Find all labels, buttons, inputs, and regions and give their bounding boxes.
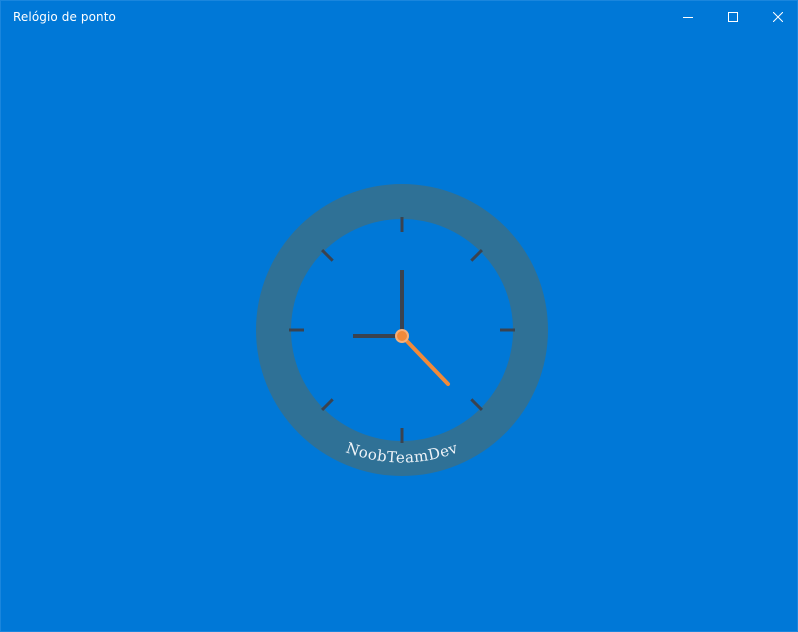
title-bar[interactable]: Relógio de ponto — [1, 1, 797, 33]
close-button[interactable] — [755, 1, 798, 33]
maximize-icon — [728, 12, 738, 22]
clock-center-cap — [395, 329, 409, 343]
minimize-button[interactable] — [665, 1, 711, 33]
maximize-button[interactable] — [710, 1, 756, 33]
window-title: Relógio de ponto — [13, 10, 116, 24]
app-window: Relógio de ponto NoobTeamDev — [0, 0, 798, 632]
analog-clock: NoobTeamDev — [255, 182, 549, 484]
clock-graphic: NoobTeamDev — [256, 184, 548, 476]
close-icon — [773, 12, 783, 22]
minimize-icon — [683, 17, 693, 18]
